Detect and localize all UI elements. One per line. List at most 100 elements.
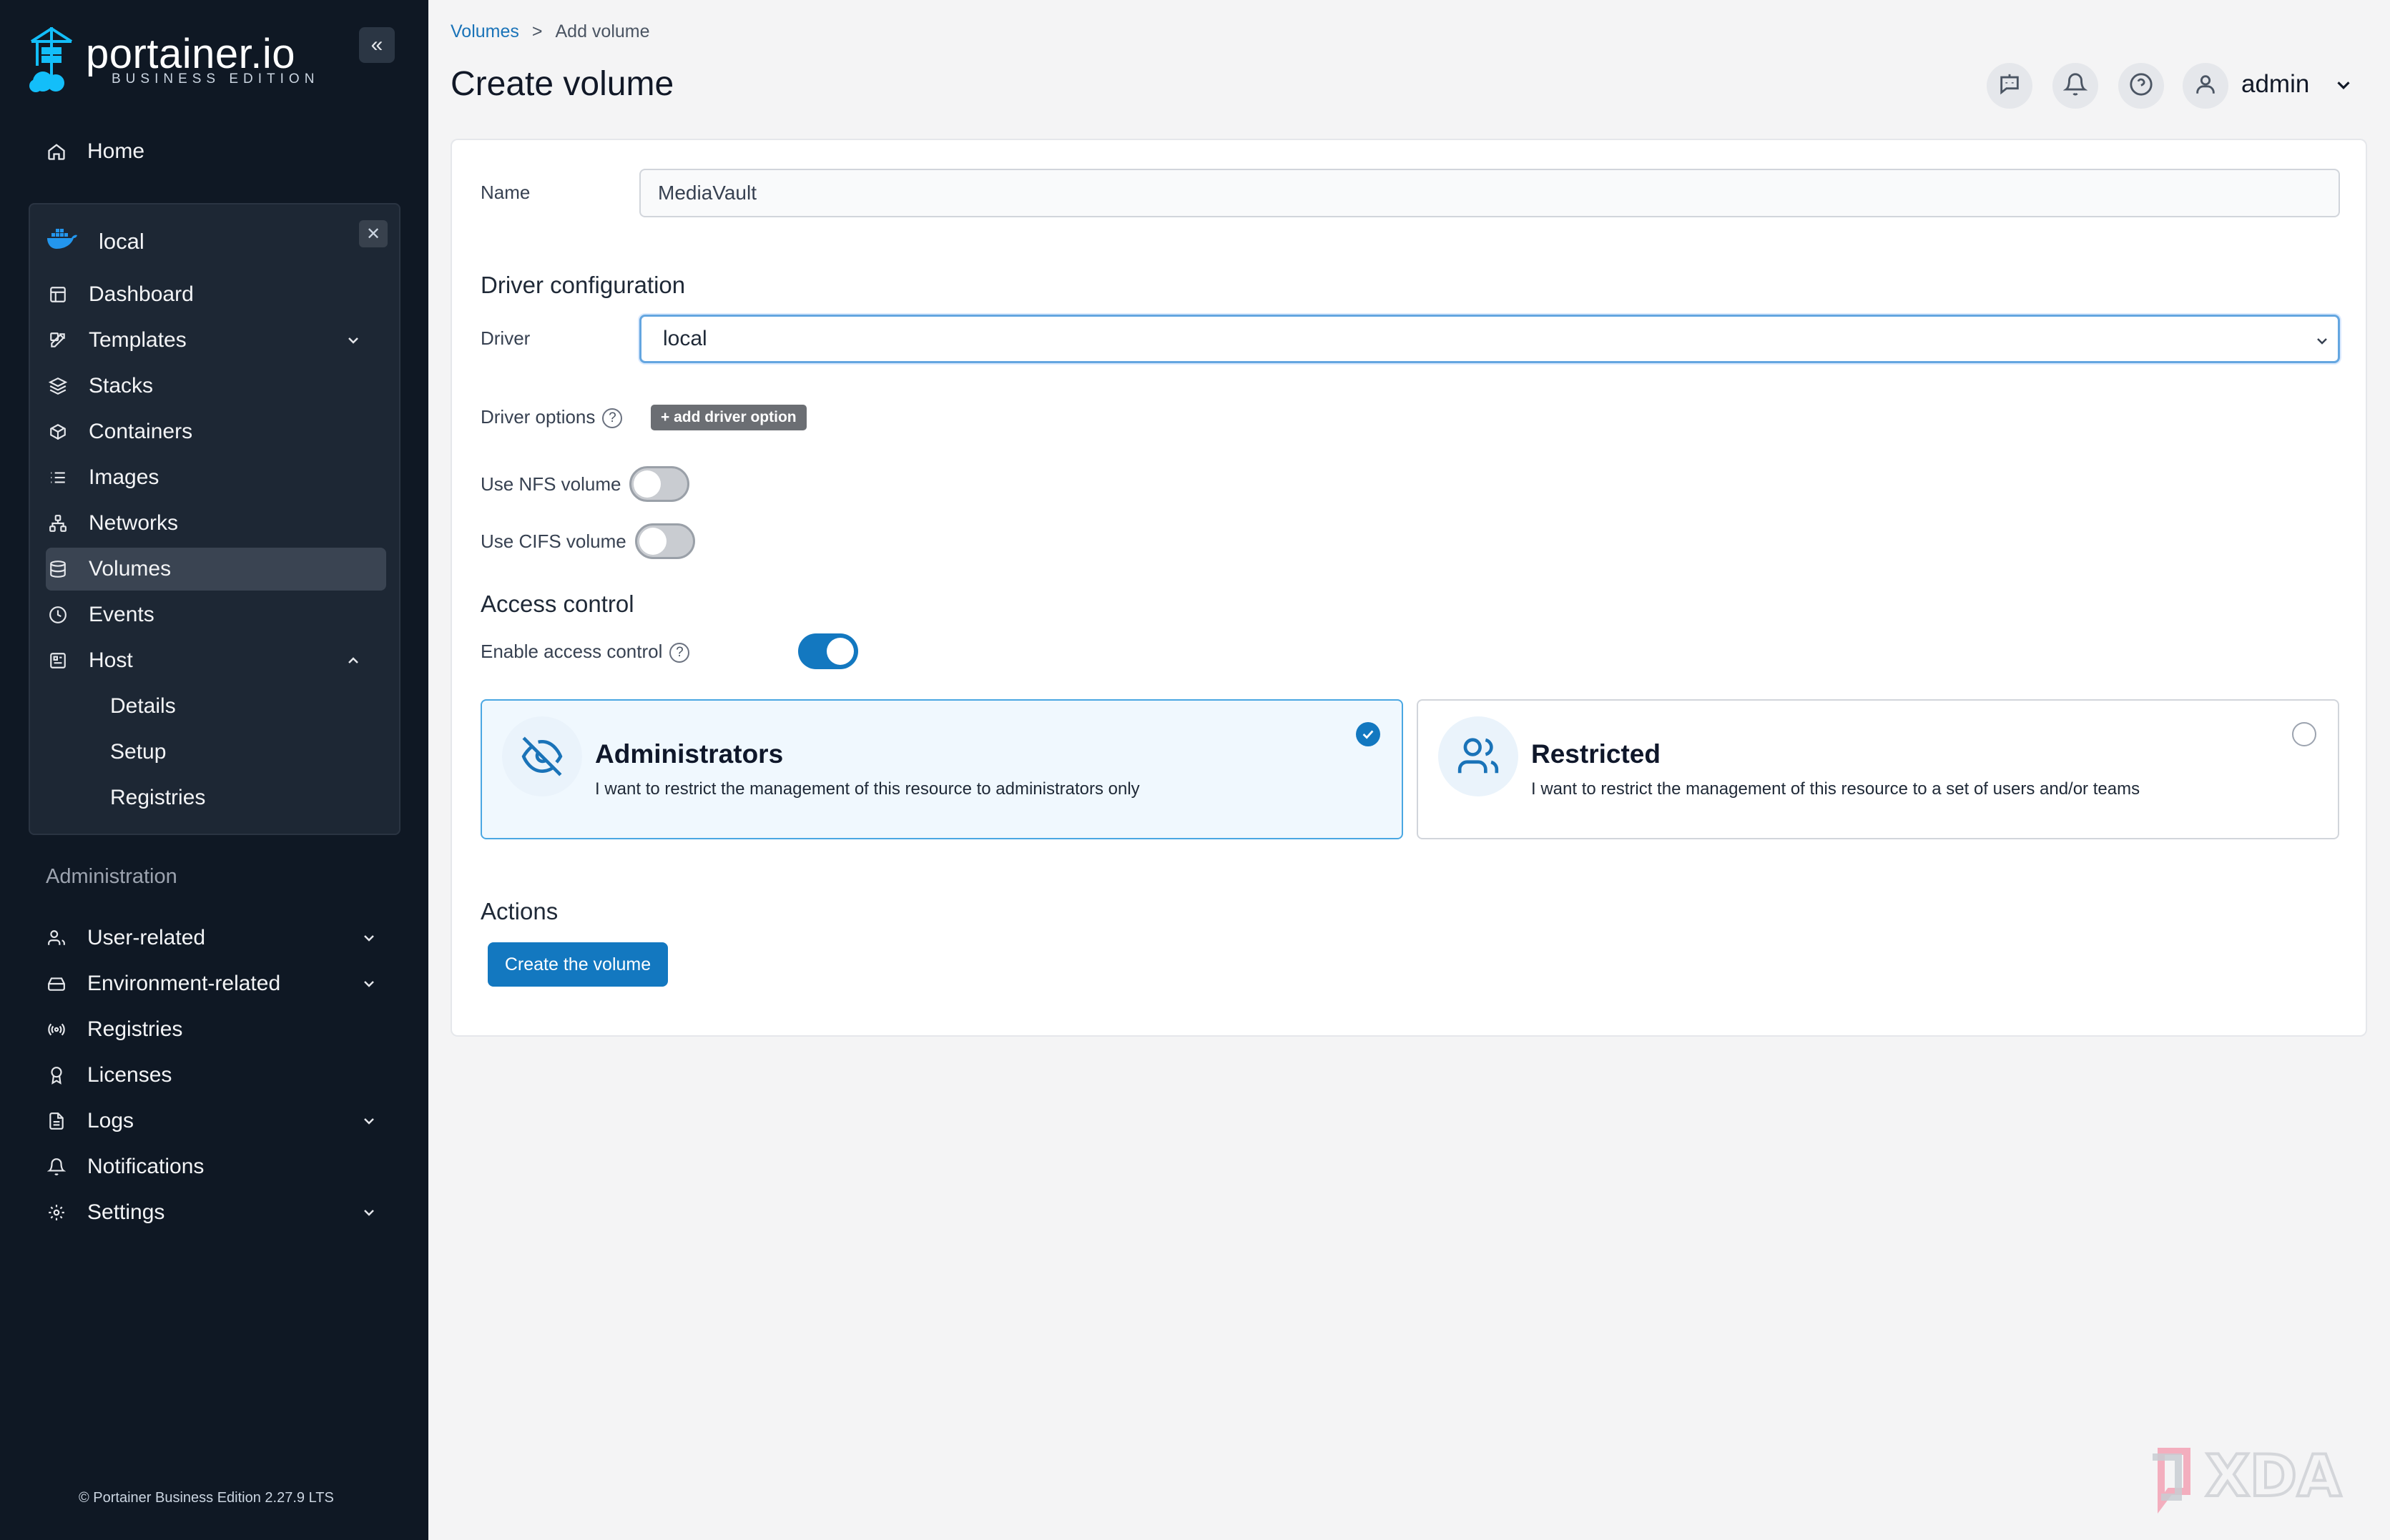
chevron-down-icon[interactable] bbox=[358, 1201, 380, 1224]
gear-icon bbox=[44, 1200, 69, 1225]
toggle-knob bbox=[827, 638, 854, 665]
sidebar-item-home[interactable]: Home bbox=[44, 130, 402, 173]
sidebar-item-user-related[interactable]: User-related bbox=[44, 917, 402, 959]
chevron-up-icon[interactable] bbox=[342, 649, 365, 672]
actions-heading: Actions bbox=[481, 898, 559, 924]
sidebar-item-events[interactable]: Events bbox=[46, 593, 386, 636]
sidebar-item-label: Volumes bbox=[89, 557, 172, 581]
feedback-button[interactable] bbox=[1987, 63, 2032, 109]
sidebar-item-label: Stacks bbox=[89, 374, 154, 398]
name-label: Name bbox=[481, 182, 531, 203]
name-input[interactable]: MediaVault bbox=[639, 169, 2340, 217]
chevron-down-icon[interactable] bbox=[2333, 74, 2354, 99]
sidebar-item-registries[interactable]: Registries bbox=[44, 1008, 402, 1051]
double-chevron-left-icon: « bbox=[370, 33, 383, 56]
containers-icon bbox=[46, 420, 70, 444]
sidebar-item-label: Notifications bbox=[87, 1155, 205, 1178]
help-button[interactable] bbox=[2118, 63, 2164, 109]
driver-options-text: Driver options bbox=[481, 406, 596, 428]
sidebar-item-templates[interactable]: Templates bbox=[46, 319, 386, 362]
eye-off-icon bbox=[502, 716, 582, 796]
sidebar-item-dashboard[interactable]: Dashboard bbox=[46, 273, 386, 316]
administration-heading: Administration bbox=[46, 865, 177, 888]
sidebar-item-label: Logs bbox=[87, 1109, 134, 1132]
access-option-restricted[interactable]: Restricted I want to restrict the manage… bbox=[1417, 699, 2339, 839]
check-icon bbox=[1362, 730, 1374, 739]
xda-watermark: XDA bbox=[2153, 1441, 2343, 1514]
help-circle-icon[interactable]: ? bbox=[602, 408, 623, 429]
volumes-icon bbox=[46, 557, 70, 581]
message-bot-icon bbox=[1997, 72, 2022, 100]
close-icon: ✕ bbox=[365, 224, 381, 244]
create-volume-button[interactable]: Create the volume bbox=[488, 942, 668, 987]
driver-configuration-heading: Driver configuration bbox=[481, 272, 686, 298]
docker-icon bbox=[46, 228, 79, 255]
sidebar-item-label: Dashboard bbox=[89, 282, 194, 306]
radio-unchecked[interactable] bbox=[2292, 722, 2316, 746]
sidebar-item-volumes[interactable]: Volumes bbox=[46, 548, 386, 591]
sidebar-item-logs[interactable]: Logs bbox=[44, 1100, 402, 1142]
breadcrumb-volumes-link[interactable]: Volumes bbox=[451, 21, 519, 42]
home-icon bbox=[44, 139, 69, 164]
add-driver-option-button[interactable]: + add driver option bbox=[651, 405, 807, 430]
clock-icon bbox=[46, 603, 70, 627]
images-icon bbox=[46, 465, 70, 490]
sidebar-item-label: Networks bbox=[89, 511, 179, 535]
bell-icon bbox=[44, 1155, 69, 1179]
cifs-toggle[interactable] bbox=[635, 523, 695, 559]
sidebar-item-label: Host bbox=[89, 648, 133, 672]
sidebar-item-label: Registries bbox=[87, 1017, 183, 1041]
version-footer: © Portainer Business Edition 2.27.9 LTS bbox=[79, 1490, 334, 1506]
brand-name: portainer.io bbox=[86, 31, 295, 77]
breadcrumb: Volumes > Add volume bbox=[451, 21, 650, 42]
breadcrumb-current: Add volume bbox=[555, 21, 650, 41]
chevron-down-icon[interactable] bbox=[342, 329, 365, 352]
chevron-down-icon[interactable] bbox=[358, 927, 380, 949]
help-circle-icon[interactable]: ? bbox=[669, 643, 690, 663]
sidebar-subitem-details[interactable]: Details bbox=[110, 685, 176, 728]
sidebar-item-label: Containers bbox=[89, 420, 193, 443]
radio-checked[interactable] bbox=[1356, 722, 1380, 746]
sidebar-item-host[interactable]: Host bbox=[46, 639, 386, 682]
sidebar-subitem-setup[interactable]: Setup bbox=[110, 731, 166, 774]
user-avatar[interactable] bbox=[2183, 63, 2228, 109]
access-control-toggle[interactable] bbox=[798, 633, 858, 669]
radio-icon bbox=[44, 1017, 69, 1042]
sidebar-item-label: Environment-related bbox=[87, 972, 281, 995]
sidebar-item-settings[interactable]: Settings bbox=[44, 1191, 402, 1234]
sidebar-item-containers[interactable]: Containers bbox=[46, 410, 386, 453]
chevron-down-icon[interactable] bbox=[358, 1110, 380, 1132]
sidebar-item-licenses[interactable]: Licenses bbox=[44, 1054, 402, 1097]
access-option-title: Administrators bbox=[595, 739, 784, 769]
toggle-knob bbox=[639, 528, 667, 555]
create-volume-form: Name MediaVault Driver configuration Dri… bbox=[451, 139, 2367, 1037]
stacks-icon bbox=[46, 374, 70, 398]
sidebar-item-stacks[interactable]: Stacks bbox=[46, 365, 386, 408]
dashboard-icon bbox=[46, 282, 70, 307]
user-icon bbox=[44, 926, 69, 950]
toggle-knob bbox=[634, 470, 661, 498]
sidebar-subitem-registries[interactable]: Registries bbox=[110, 776, 205, 819]
notifications-button[interactable] bbox=[2052, 63, 2098, 109]
host-icon bbox=[46, 648, 70, 673]
portainer-logo[interactable]: portainer.io BUSINESS EDITION bbox=[27, 26, 328, 97]
users-icon bbox=[1438, 716, 1518, 796]
driver-select[interactable]: local bbox=[639, 315, 2340, 363]
bell-icon bbox=[2062, 72, 2088, 100]
sidebar-item-notifications[interactable]: Notifications bbox=[44, 1145, 402, 1188]
chevron-down-icon[interactable] bbox=[358, 972, 380, 995]
access-option-administrators[interactable]: Administrators I want to restrict the ma… bbox=[481, 699, 1403, 839]
sidebar-item-networks[interactable]: Networks bbox=[46, 502, 386, 545]
enable-access-control-text: Enable access control bbox=[481, 641, 663, 662]
user-menu-name[interactable]: admin bbox=[2241, 70, 2309, 99]
sidebar-item-environment-related[interactable]: Environment-related bbox=[44, 962, 402, 1005]
sidebar-item-label: User-related bbox=[87, 926, 206, 949]
environment-header[interactable]: local bbox=[46, 220, 144, 263]
environment-icon bbox=[44, 972, 69, 996]
sidebar-item-label: Events bbox=[89, 603, 154, 626]
sidebar-item-images[interactable]: Images bbox=[46, 456, 386, 499]
collapse-sidebar-button[interactable]: « bbox=[359, 27, 395, 63]
sidebar-item-label: Images bbox=[89, 465, 159, 489]
close-environment-button[interactable]: ✕ bbox=[359, 220, 388, 247]
nfs-toggle[interactable] bbox=[629, 466, 689, 502]
